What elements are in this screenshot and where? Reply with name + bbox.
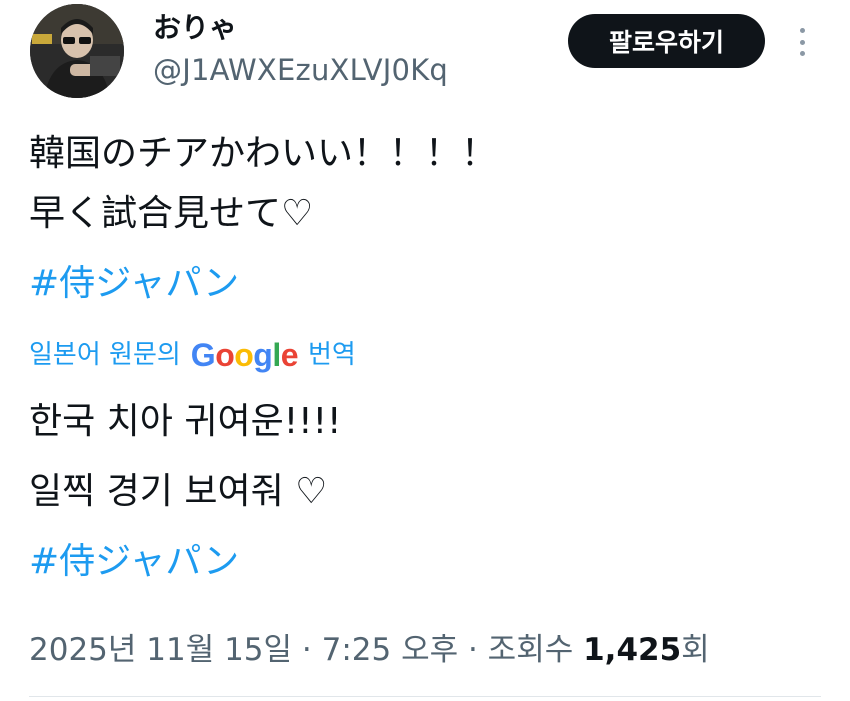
translated-hashtag-link[interactable]: #侍ジャパン [29,540,239,584]
avatar-photo [30,4,124,98]
user-handle[interactable]: @J1AWXEzuXLVJ0Kq [153,52,448,88]
dot [799,51,805,56]
tweet-text-line-2: 早く試合見せて♡ [29,193,314,234]
dot [799,39,805,45]
divider [29,696,821,697]
google-letter: g [253,337,273,373]
view-count: 1,425 [583,632,682,668]
google-logo: Google [190,336,299,374]
translation-prefix: 일본어 원문의 [29,340,181,370]
avatar[interactable] [30,4,124,98]
google-letter: e [280,337,299,373]
dot [799,28,805,33]
hashtag-link[interactable]: #侍ジャパン [29,262,239,306]
translation-attribution[interactable]: 일본어 원문의 Google 번역 [29,336,356,374]
google-letter: o [215,337,235,373]
google-letter: l [272,337,281,373]
google-letter: o [234,337,254,373]
display-name[interactable]: おりゃ [153,10,237,46]
translated-text-line-2: 일찍 경기 보여줘 ♡ [29,471,328,512]
timestamp[interactable]: 2025년 11월 15일 · 7:25 오후 · 조회수 [29,632,583,668]
translated-text-line-1: 한국 치아 귀여운!!!! [29,401,342,442]
more-options-icon[interactable] [790,22,814,62]
tweet-meta: 2025년 11월 15일 · 7:25 오후 · 조회수 1,425회 [29,628,710,672]
google-letter: G [190,337,216,373]
translation-suffix: 번역 [308,340,356,370]
tweet-text-line-1: 韓国のチアかわいい！！！！ [29,133,498,174]
follow-button[interactable]: 팔로우하기 [568,14,765,68]
view-suffix: 회 [681,632,710,668]
